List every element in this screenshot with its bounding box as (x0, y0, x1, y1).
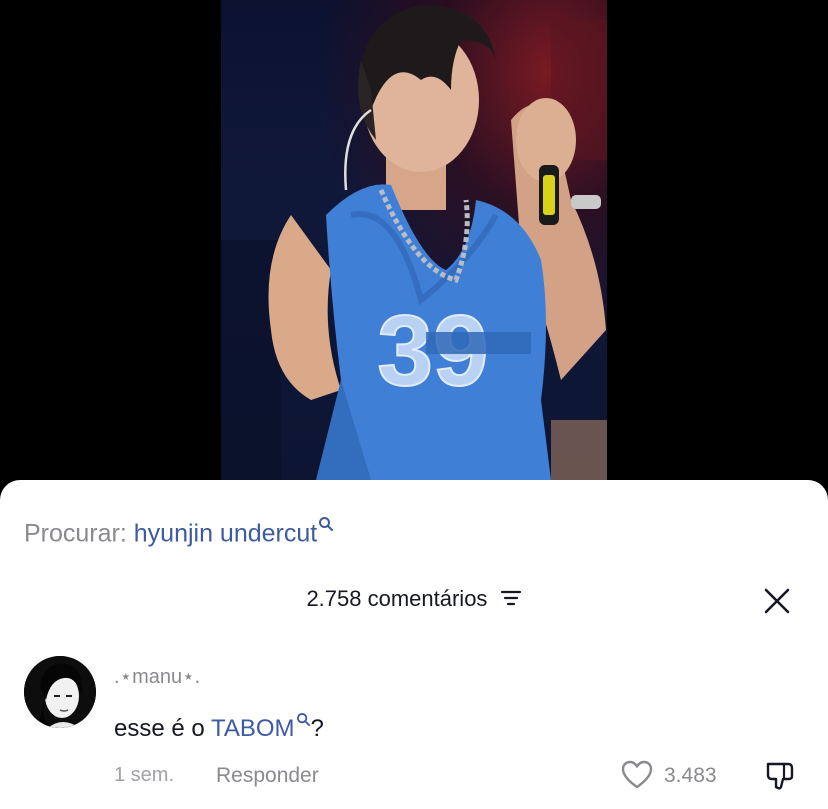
comment-text-before: esse é o (114, 715, 211, 742)
comment-text: esse é o TABOM? (114, 706, 324, 743)
heart-icon[interactable] (621, 760, 653, 790)
comments-count: 2.758 comentários (306, 586, 488, 611)
video-thumbnail: 39 (221, 5, 607, 480)
search-icon (296, 706, 311, 734)
search-term[interactable]: hyunjin undercut (134, 519, 317, 547)
search-prefix: Procurar: (24, 519, 127, 548)
dislike-icon[interactable] (764, 760, 796, 792)
comment-search-link[interactable]: TABOM (211, 715, 295, 742)
comment-item: .⋆manu⋆. esse é o TABOM? 1 sem. Responde… (24, 656, 804, 806)
comments-sheet: Procurar: hyunjin undercut 2.758 comentá… (0, 480, 828, 809)
like-count: 3.483 (664, 764, 717, 787)
avatar[interactable] (24, 656, 96, 728)
video-area[interactable]: 39 (0, 0, 828, 480)
comments-count-row: 2.758 comentários (0, 586, 828, 613)
comment-username[interactable]: .⋆manu⋆. (114, 664, 200, 689)
comment-text-after: ? (310, 715, 324, 742)
search-suggestion[interactable]: Procurar: hyunjin undercut (24, 510, 334, 548)
search-icon (318, 510, 334, 539)
video-frame[interactable]: 39 (221, 0, 607, 480)
filter-icon[interactable] (500, 587, 522, 613)
reply-button[interactable]: Responder (216, 764, 319, 788)
close-icon[interactable] (764, 588, 790, 614)
comment-time: 1 sem. (114, 764, 175, 786)
